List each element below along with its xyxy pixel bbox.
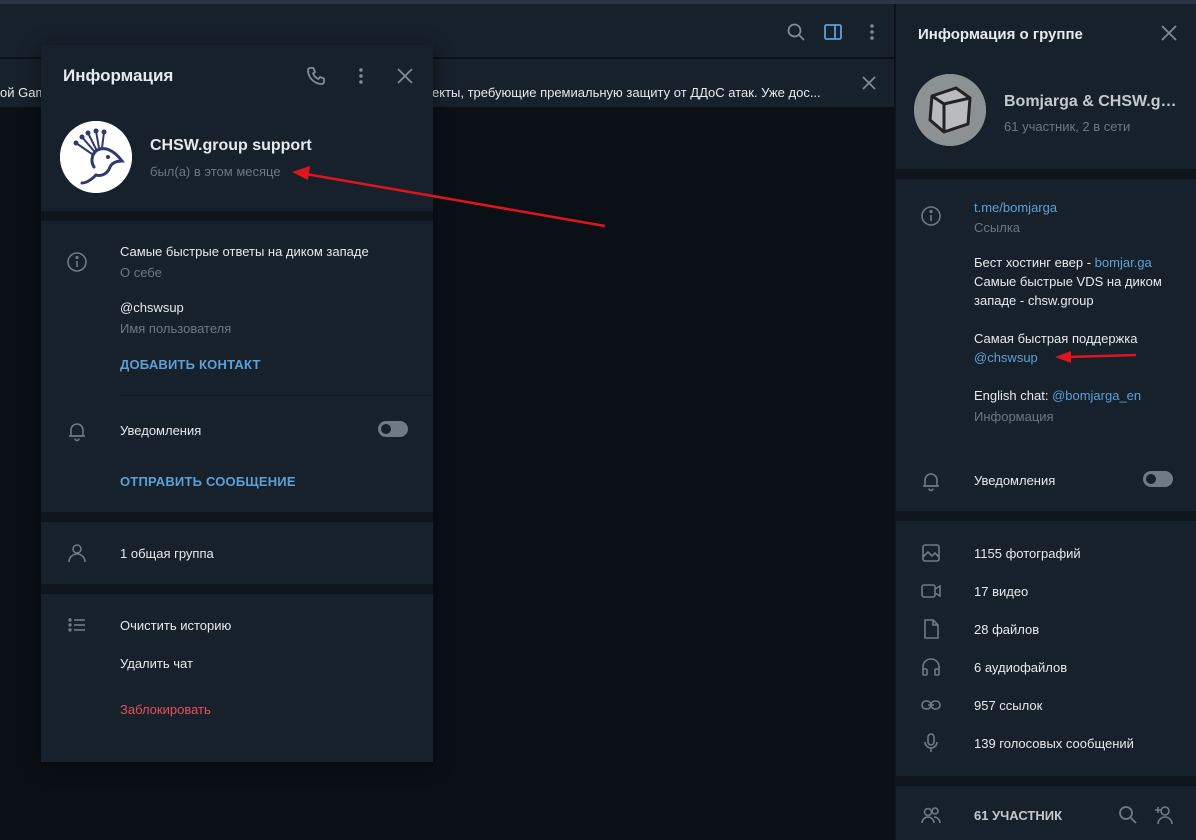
- group-description-line: западе - chsw.group: [974, 293, 1094, 308]
- group-notifications-label: Уведомления: [974, 473, 1056, 488]
- section-separator: [41, 584, 433, 594]
- group-link-label: Ссылка: [974, 220, 1021, 235]
- user-avatar[interactable]: [60, 121, 132, 193]
- user-bio-label: О себе: [120, 265, 162, 280]
- group-notifications-toggle[interactable]: [1143, 471, 1173, 487]
- notifications-label: Уведомления: [120, 423, 202, 438]
- user-bio: Самые быстрые ответы на диком западе: [120, 244, 369, 259]
- photo-icon: [920, 542, 942, 564]
- info-icon: [920, 205, 942, 227]
- search-icon[interactable]: [1117, 804, 1139, 826]
- section-separator: [896, 511, 1196, 521]
- group-link[interactable]: t.me/bomjarga: [974, 200, 1057, 215]
- info-icon: [66, 251, 88, 273]
- close-icon[interactable]: [860, 74, 878, 92]
- delete-chat-button[interactable]: Удалить чат: [120, 656, 193, 671]
- group-description-line: Бест хостинг евер - bomjar.ga: [974, 255, 1152, 270]
- group-description-line: Самые быстрые VDS на диком: [974, 274, 1162, 289]
- more-vertical-icon[interactable]: [351, 66, 371, 86]
- user-last-seen: был(а) в этом месяце: [150, 164, 281, 179]
- clear-history-button[interactable]: Очистить историю: [120, 618, 231, 633]
- headphones-icon: [920, 656, 942, 678]
- group-avatar[interactable]: [914, 74, 986, 146]
- desc-link[interactable]: bomjar.ga: [1095, 255, 1152, 270]
- section-separator: [41, 211, 433, 221]
- sidebar-toggle-icon[interactable]: [823, 22, 843, 42]
- file-icon: [920, 618, 942, 640]
- video-icon: [920, 580, 942, 602]
- close-icon[interactable]: [395, 66, 415, 86]
- media-videos[interactable]: 17 видео: [974, 584, 1028, 599]
- send-message-button[interactable]: ОТПРАВИТЬ СООБЩЕНИЕ: [120, 474, 296, 489]
- divider: [120, 395, 433, 396]
- media-voice[interactable]: 139 голосовых сообщений: [974, 736, 1134, 751]
- section-separator: [896, 169, 1196, 179]
- media-links[interactable]: 957 ссылок: [974, 698, 1042, 713]
- user-icon: [66, 542, 88, 564]
- group-description-label: Информация: [974, 409, 1054, 424]
- user-username-label: Имя пользователя: [120, 321, 232, 336]
- block-user-button[interactable]: Заблокировать: [120, 702, 211, 717]
- phone-icon[interactable]: [306, 66, 326, 86]
- link-icon: [920, 694, 942, 716]
- bell-icon: [66, 420, 88, 442]
- close-icon[interactable]: [1160, 24, 1178, 42]
- user-name: CHSW.group support: [150, 137, 312, 154]
- group-name: Bomjarga & CHSW.group: [1004, 93, 1182, 110]
- section-separator: [896, 776, 1196, 786]
- add-member-icon[interactable]: [1153, 804, 1175, 826]
- notifications-toggle[interactable]: [378, 421, 408, 437]
- group-members-online: 61 участник, 2 в сети: [1004, 119, 1131, 134]
- more-vertical-icon[interactable]: [862, 22, 882, 42]
- common-groups[interactable]: 1 общая группа: [120, 546, 214, 561]
- group-info-panel: Информация о группе Bomjarga & CHSW.grou…: [895, 4, 1196, 840]
- popup-title: Информация: [63, 66, 174, 85]
- pinned-text-right: екты, требующие премиальную защиту от ДД…: [432, 85, 821, 100]
- media-audio[interactable]: 6 аудиофайлов: [974, 660, 1067, 675]
- support-username-link[interactable]: @chswsup: [974, 350, 1038, 365]
- desc-text: English chat:: [974, 388, 1053, 403]
- pinned-text-left: ой Gam: [0, 85, 47, 100]
- media-photos[interactable]: 1155 фотографий: [974, 546, 1081, 561]
- search-icon[interactable]: [786, 22, 806, 42]
- section-separator: [41, 512, 433, 522]
- members-icon: [920, 804, 942, 826]
- group-info-title: Информация о группе: [918, 26, 1083, 43]
- media-files[interactable]: 28 файлов: [974, 622, 1039, 637]
- members-header: 61 УЧАСТНИК: [974, 808, 1063, 823]
- bell-icon: [920, 470, 942, 492]
- group-description-line: English chat: @bomjarga_en: [974, 388, 1141, 403]
- group-description-line: Самая быстрая поддержка: [974, 331, 1138, 346]
- desc-text: Бест хостинг евер -: [974, 255, 1095, 270]
- add-contact-button[interactable]: ДОБАВИТЬ КОНТАКТ: [120, 357, 261, 372]
- list-icon: [66, 614, 88, 636]
- english-chat-link[interactable]: @bomjarga_en: [1052, 388, 1141, 403]
- microphone-icon: [920, 732, 942, 754]
- user-username: @chswsup: [120, 300, 184, 315]
- user-info-popup: Информация CHSW.group support был(а) в э…: [41, 45, 433, 762]
